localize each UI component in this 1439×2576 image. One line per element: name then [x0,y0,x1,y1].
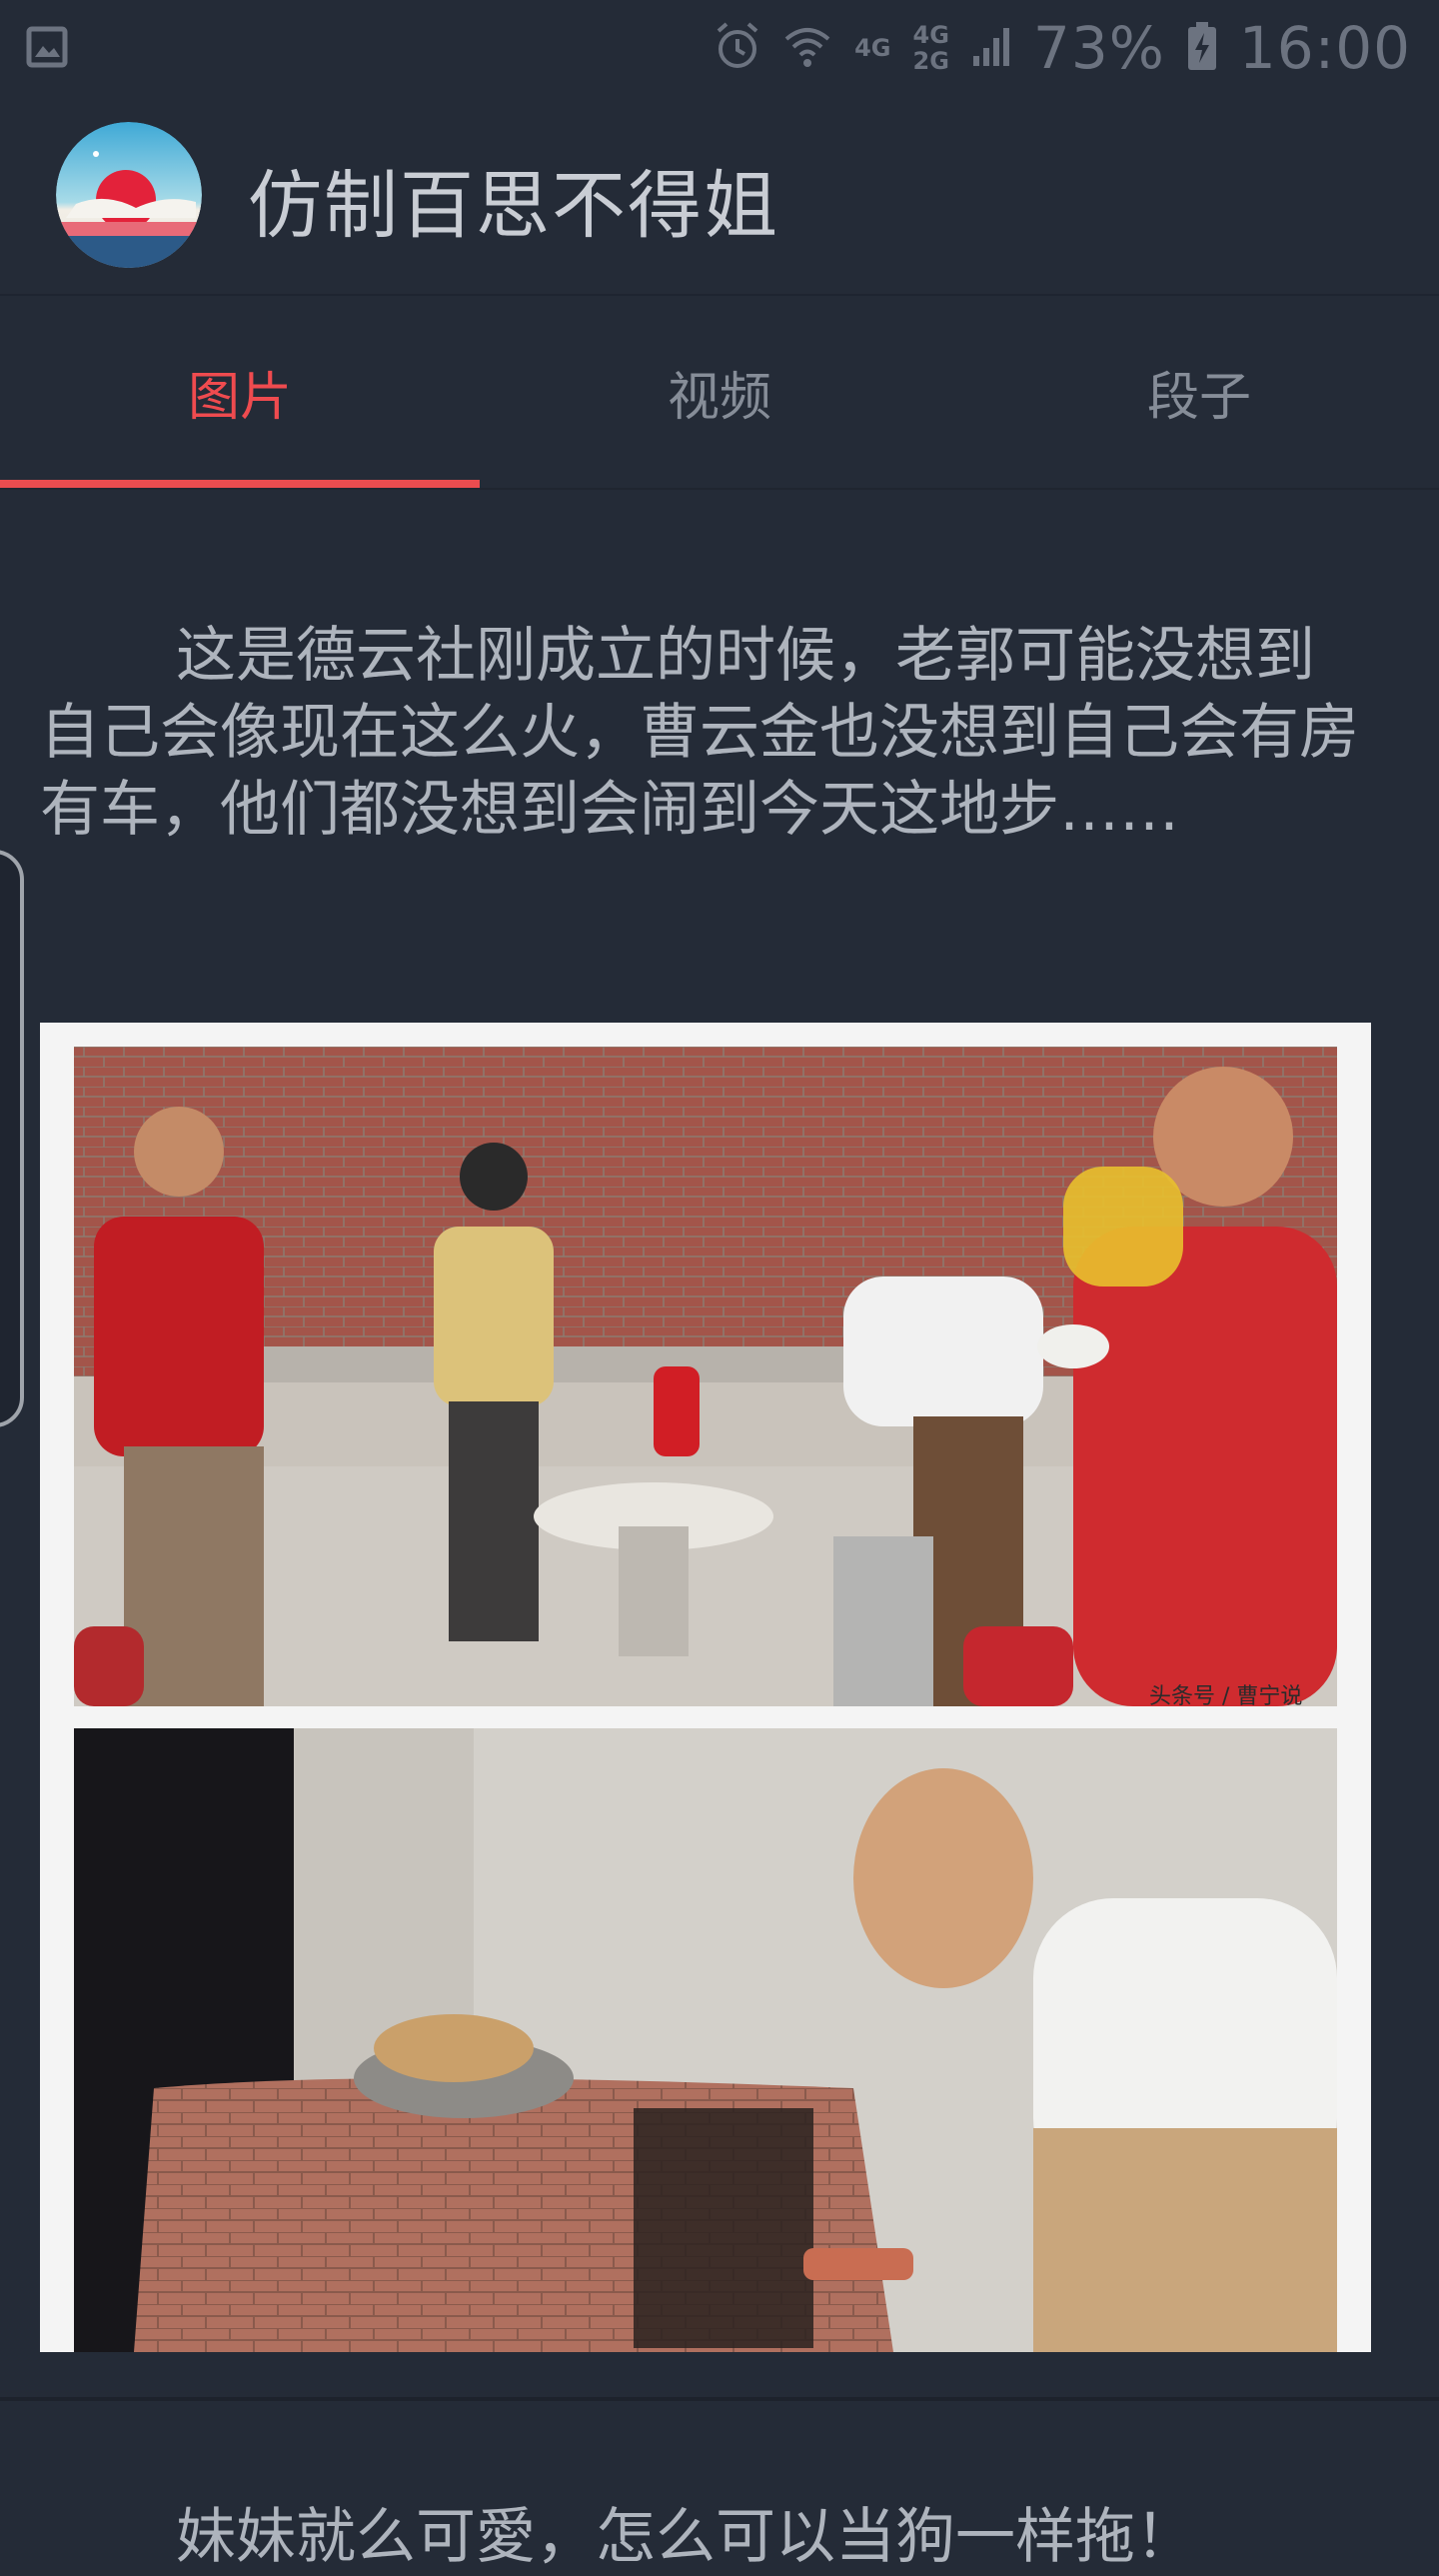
post-image-bottom-photo [74,1728,1337,2352]
wifi-icon [782,21,832,75]
edge-panel-handle[interactable] [0,850,24,1427]
tab-jokes[interactable]: 段子 [959,296,1439,488]
battery-percent: 73% [1032,14,1165,82]
signal-icon [971,24,1011,72]
battery-charging-icon [1187,21,1217,75]
app-logo-icon[interactable] [56,122,202,268]
network-type-2: 4G 2G [913,22,949,74]
clock: 16:00 [1238,14,1411,82]
network-type-2-top: 4G [912,21,949,49]
feed-list[interactable]: 这是德云社刚成立的时候，老郭可能没想到自己会像现在这么火，曹云金也没想到自己会有… [0,490,1439,2572]
tab-bar: 图片 视频 段子 [0,296,1439,490]
tab-videos[interactable]: 视频 [480,296,959,488]
app-title: 仿制百思不得姐 [248,163,779,249]
post-text-2: 妹妹就么可愛，怎么可以当狗一样拖！ [176,2502,1195,2572]
app-bar: 仿制百思不得姐 [0,96,1439,296]
post-image-top-photo [74,1047,1337,1706]
image-notification-icon [26,24,68,70]
alarm-icon [715,21,760,75]
status-bar: 4G 4G 2G 73% 16:00 [0,0,1439,96]
post-image[interactable]: 头条号 / 曹宁说 [40,1023,1371,2352]
post-text: 这是德云社刚成立的时候，老郭可能没想到自己会像现在这么火，曹云金也没想到自己会有… [40,621,1359,845]
post-divider [0,2397,1439,2401]
tab-active-indicator [0,480,480,488]
post-image-caption: 头条号 / 曹宁说 [1149,1684,1303,1709]
network-type-1: 4G [854,34,891,62]
network-type-2-bottom: 2G [912,47,949,75]
tab-pictures[interactable]: 图片 [0,296,480,488]
